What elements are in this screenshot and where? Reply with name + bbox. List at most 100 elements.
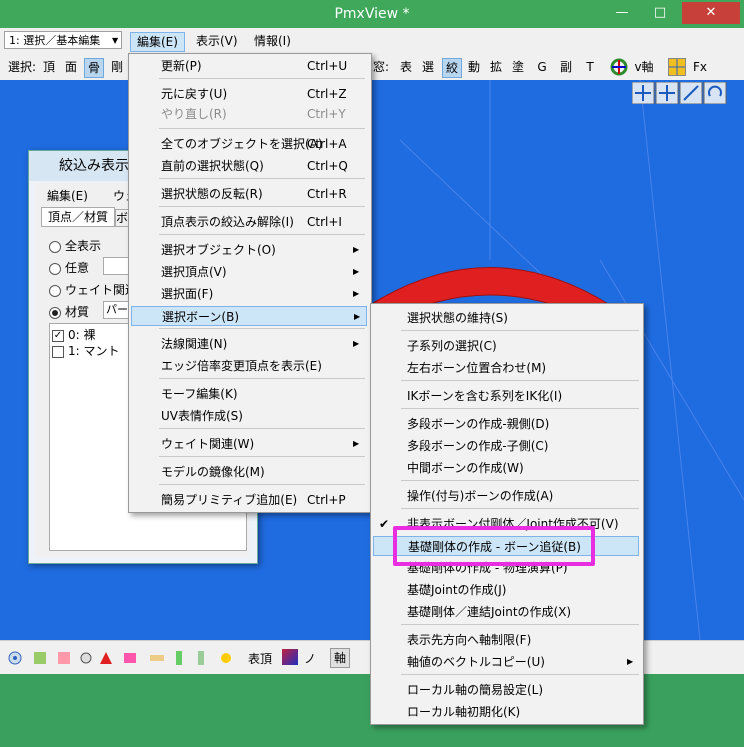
radio-weight[interactable]: ウェイト関連 xyxy=(49,281,137,298)
bottom-label-show-vertex[interactable]: 表頂 xyxy=(248,650,272,667)
submenu-arrow-icon: ▶ xyxy=(353,339,360,348)
menu-separator xyxy=(401,624,639,625)
submenu-item-rigid-and-joint[interactable]: 基礎剛体／連結Jointの作成(X) xyxy=(373,602,639,622)
select-bone-button[interactable]: 骨 xyxy=(84,58,104,78)
menu-separator xyxy=(159,128,365,129)
submenu-item-ik-chain[interactable]: IKボーンを含む系列をIK化(I) xyxy=(373,386,639,406)
menu-item-weight-related[interactable]: ウェイト関連(W) ▶ xyxy=(131,434,367,454)
view-control-icons[interactable] xyxy=(631,81,742,105)
minimize-button[interactable]: — xyxy=(604,2,640,24)
menu-item-selected-object[interactable]: 選択オブジェクト(O) ▶ xyxy=(131,240,367,260)
filter-menu-edit[interactable]: 編集(E) xyxy=(47,187,88,204)
submenu-item-axis-limit-view[interactable]: 表示先方向へ軸制限(F) xyxy=(373,630,639,650)
submenu-item-create-operation-bone[interactable]: 操作(付与)ボーンの作成(A) xyxy=(373,486,639,506)
menu-item-label: 操作(付与)ボーンの作成(A) xyxy=(407,489,554,503)
menu-item-label: 多段ボーンの作成-子側(C) xyxy=(407,439,549,453)
bottom-label-no[interactable]: ノ xyxy=(304,650,316,667)
menu-item-uv-morph-create[interactable]: UV表情作成(S) xyxy=(131,406,367,426)
menu-item-label: エッジ倍率変更頂点を表示(E) xyxy=(161,359,322,373)
menu-item-label: 直前の選択状態(Q) xyxy=(161,159,264,173)
menu-info[interactable]: 情報(I) xyxy=(248,32,297,50)
chevron-down-icon[interactable]: ▼ xyxy=(112,36,118,45)
menu-item-selected-face[interactable]: 選択面(F) ▶ xyxy=(131,284,367,304)
menu-item-invert-selection[interactable]: 選択状態の反転(R) Ctrl+R xyxy=(131,184,367,204)
menu-item-label: 基礎剛体／連結Jointの作成(X) xyxy=(407,605,572,619)
color-swatch-icon[interactable] xyxy=(282,649,298,665)
material-item-label: 0: 裸 xyxy=(68,328,96,342)
window-select-button[interactable]: 選 xyxy=(420,58,436,76)
menu-item-selected-vertex[interactable]: 選択頂点(V) ▶ xyxy=(131,262,367,282)
radio-material[interactable]: 材質 xyxy=(49,303,89,320)
select-vertex-button[interactable]: 頂 xyxy=(40,58,58,76)
menu-view[interactable]: 表示(V) xyxy=(190,32,244,50)
fx-button[interactable]: Fx xyxy=(690,58,710,76)
menu-separator xyxy=(159,456,365,457)
bottom-axis-button[interactable]: 軸 xyxy=(330,648,350,668)
menu-item-morph-edit[interactable]: モーフ編集(K) xyxy=(131,384,367,404)
menu-item-shortcut: Ctrl+Y xyxy=(307,107,346,121)
submenu-item-middle-bone[interactable]: 中間ボーンの作成(W) xyxy=(373,458,639,478)
radio-weight-label: ウェイト関連 xyxy=(65,283,138,297)
menu-separator xyxy=(159,428,365,429)
submenu-item-multi-bone-child[interactable]: 多段ボーンの作成-子側(C) xyxy=(373,436,639,456)
submenu-item-align-left-right-bones[interactable]: 左右ボーン位置合わせ(M) xyxy=(373,358,639,378)
window-g-button[interactable]: G xyxy=(534,58,550,76)
submenu-arrow-icon: ▶ xyxy=(354,312,361,321)
list-item[interactable]: ✓ 0: 裸 xyxy=(52,326,96,343)
window-scale-button[interactable]: 拡 xyxy=(488,58,504,76)
menu-item-label: ウェイト関連(W) xyxy=(161,437,255,451)
menu-item-select-all[interactable]: 全てのオブジェクトを選択(A) Ctrl+A xyxy=(131,134,367,154)
submenu-arrow-icon: ▶ xyxy=(627,657,634,666)
tab-vertex-material[interactable]: 頂点／材質 xyxy=(41,207,115,227)
v-axis-button[interactable]: v軸 xyxy=(632,58,656,76)
menu-item-add-primitive[interactable]: 簡易プリミティブ追加(E) Ctrl+P xyxy=(131,490,367,510)
menu-item-mirror-model[interactable]: モデルの鏡像化(M) xyxy=(131,462,367,482)
radio-custom[interactable]: 任意 xyxy=(49,259,89,276)
mode-select[interactable]: 1: 選択／基本編集 xyxy=(4,31,122,49)
menu-item-clear-vertex-filter[interactable]: 頂点表示の絞込み解除(I) Ctrl+I xyxy=(131,212,367,232)
menu-item-update[interactable]: 更新(P) Ctrl+U xyxy=(131,56,367,76)
window-move-button[interactable]: 動 xyxy=(466,58,482,76)
window-show-button[interactable]: 表 xyxy=(398,58,414,76)
select-face-button[interactable]: 面 xyxy=(62,58,80,76)
menu-item-label: モデルの鏡像化(M) xyxy=(161,465,265,479)
window-paint-button[interactable]: 塗 xyxy=(510,58,526,76)
window-t-button[interactable]: T xyxy=(582,58,598,76)
menu-item-label: 選択オブジェクト(O) xyxy=(161,243,276,257)
submenu-item-local-axis-setup[interactable]: ローカル軸の簡易設定(L) xyxy=(373,680,639,700)
menu-separator xyxy=(159,328,365,329)
submenu-item-select-children[interactable]: 子系列の選択(C) xyxy=(373,336,639,356)
menu-separator xyxy=(401,380,639,381)
submenu-arrow-icon: ▶ xyxy=(353,267,360,276)
menu-item-shortcut: Ctrl+R xyxy=(307,187,347,201)
list-item[interactable]: 1: マント xyxy=(52,342,120,359)
menu-item-previous-selection[interactable]: 直前の選択状態(Q) Ctrl+Q xyxy=(131,156,367,176)
grid-icon[interactable] xyxy=(668,58,686,76)
menu-item-redo[interactable]: やり直し(R) Ctrl+Y xyxy=(131,104,367,124)
submenu-item-local-axis-reset[interactable]: ローカル軸初期化(K) xyxy=(373,702,639,722)
close-button[interactable]: ✕ xyxy=(682,2,740,24)
menu-separator xyxy=(401,408,639,409)
axis-target-icon[interactable] xyxy=(610,58,628,76)
maximize-button[interactable]: □ xyxy=(642,2,678,24)
menu-item-show-edge-scale-vertex[interactable]: エッジ倍率変更頂点を表示(E) xyxy=(131,356,367,376)
window-filter-button[interactable]: 絞 xyxy=(442,58,462,78)
menu-edit[interactable]: 編集(E) xyxy=(130,32,185,52)
menu-item-label: UV表情作成(S) xyxy=(161,409,243,423)
submenu-item-keep-selection[interactable]: 選択状態の維持(S) xyxy=(373,308,639,328)
submenu-item-create-joint[interactable]: 基礎Jointの作成(J) xyxy=(373,580,639,600)
menu-item-label: ローカル軸の簡易設定(L) xyxy=(407,683,544,697)
menu-separator xyxy=(159,206,365,207)
bottom-tool-icons[interactable] xyxy=(6,649,242,667)
radio-all[interactable]: 全表示 xyxy=(49,237,101,254)
select-rigid-button[interactable]: 剛 xyxy=(108,58,126,76)
menu-item-normal-related[interactable]: 法線関連(N) ▶ xyxy=(131,334,367,354)
menu-item-undo[interactable]: 元に戻す(U) Ctrl+Z xyxy=(131,84,367,104)
submenu-item-multi-bone-parent[interactable]: 多段ボーンの作成-親側(D) xyxy=(373,414,639,434)
menu-item-label: 子系列の選択(C) xyxy=(407,339,497,353)
submenu-item-axis-vector-copy[interactable]: 軸値のベクトルコピー(U) ▶ xyxy=(373,652,639,672)
menu-item-selected-bone[interactable]: 選択ボーン(B) ▶ xyxy=(131,306,367,326)
menu-item-label: 頂点表示の絞込み解除(I) xyxy=(161,215,294,229)
window-sub-button[interactable]: 副 xyxy=(558,58,574,76)
menu-item-shortcut: Ctrl+U xyxy=(307,59,348,73)
